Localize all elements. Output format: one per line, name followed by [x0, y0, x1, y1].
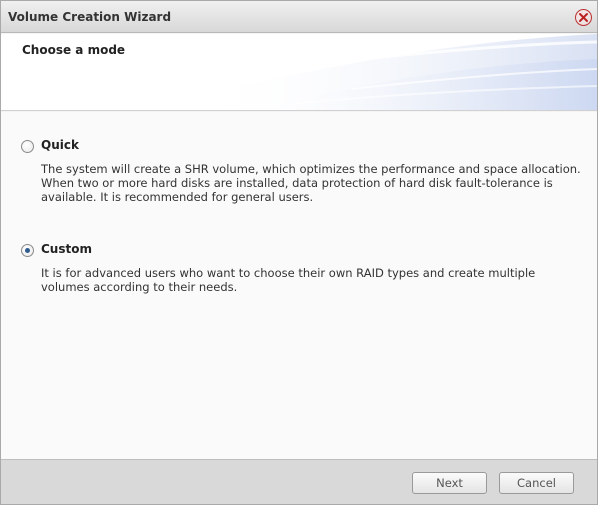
next-button[interactable]: Next [412, 472, 487, 494]
wizard-header: Choose a mode [1, 34, 597, 111]
quick-description: The system will create a SHR volume, whi… [41, 162, 581, 204]
wizard-footer: Next Cancel [1, 459, 597, 504]
custom-radio[interactable] [21, 244, 34, 257]
custom-label[interactable]: Custom [41, 242, 92, 256]
wizard-content: Quick The system will create a SHR volum… [1, 112, 597, 459]
custom-description: It is for advanced users who want to cho… [41, 266, 536, 294]
close-button[interactable] [575, 9, 592, 26]
window-title: Volume Creation Wizard [8, 10, 172, 24]
title-bar: Volume Creation Wizard [1, 1, 597, 33]
quick-label[interactable]: Quick [41, 138, 79, 152]
cancel-button[interactable]: Cancel [499, 472, 574, 494]
step-title: Choose a mode [22, 43, 126, 57]
wizard-window: Volume Creation Wizard Choose a mode Qui… [0, 0, 598, 505]
close-icon [579, 13, 588, 22]
header-decoration-graphic [191, 34, 597, 110]
quick-radio[interactable] [21, 140, 34, 153]
